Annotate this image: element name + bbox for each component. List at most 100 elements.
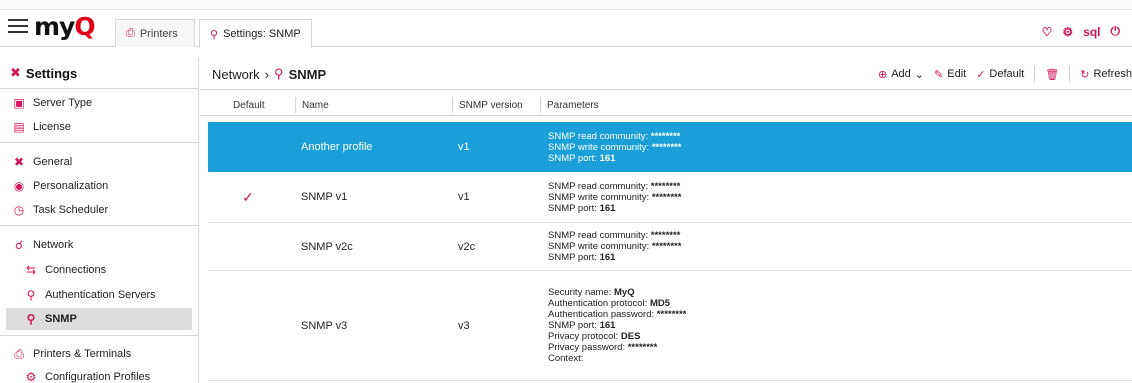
sidebar-item-configuration-profiles[interactable]: ⚙ Configuration Profiles — [6, 366, 192, 383]
delete-button[interactable]: 🗑 — [1045, 68, 1059, 81]
sidebar-item-network[interactable]: ☌ Network — [6, 234, 192, 256]
heart-icon[interactable]: ♡ — [1042, 25, 1053, 39]
tab-snmp-label: Settings: SNMP — [223, 28, 301, 40]
table-row[interactable]: SNMP v3 v3 Security name: MyQ Authentica… — [208, 271, 1132, 381]
default-check-icon: ✓ — [242, 188, 254, 205]
divider — [0, 225, 199, 226]
sidebar-item-label: License — [33, 121, 71, 133]
user-label[interactable]: sql — [1083, 25, 1100, 39]
toolbar-divider — [1034, 66, 1036, 82]
default-button[interactable]: ✓ Default — [976, 68, 1024, 81]
add-button[interactable]: ⊕ Add ⌄ — [878, 68, 924, 81]
param-line: SNMP read community: ******** — [548, 130, 681, 142]
param-line: SNMP write community: ******** — [548, 141, 682, 153]
column-header-name[interactable]: Name — [295, 97, 450, 113]
refresh-label: Refresh — [1093, 68, 1132, 80]
divider — [0, 142, 199, 143]
tools-icon: ✖ — [10, 65, 21, 80]
param-line: Authentication protocol: MD5 — [548, 298, 670, 309]
parameters-cell: SNMP read community: ******** SNMP write… — [548, 223, 1108, 270]
sidebar-item-printers-terminals[interactable]: ⎙ Printers & Terminals — [6, 343, 192, 365]
network-icon: ☌ — [14, 238, 24, 252]
default-cell — [208, 122, 288, 172]
sidebar-item-connections[interactable]: ⇆ Connections — [6, 259, 192, 281]
sidebar-item-label: Server Type — [33, 97, 93, 109]
sidebar-item-server-type[interactable]: ▣ Server Type — [6, 92, 192, 114]
top-right-controls: ♡ ⚙ sql ⏻ — [1042, 24, 1120, 39]
gear-icon: ⚙ — [25, 370, 37, 383]
sidebar-item-license[interactable]: ▤ License — [6, 116, 192, 138]
sidebar-item-label: Connections — [45, 264, 107, 276]
breadcrumb-network[interactable]: Network — [212, 67, 260, 82]
version-cell: v1 — [458, 191, 470, 203]
column-header-parameters[interactable]: Parameters — [540, 97, 740, 113]
sidebar-item-label: Personalization — [33, 180, 109, 192]
breadcrumb-current: SNMP — [288, 66, 327, 82]
top-bar: myQ ⎙ Printers ⚲ Settings: SNMP ♡ ⚙ sql … — [0, 0, 1132, 48]
version-cell: v3 — [458, 319, 470, 332]
sidebar-item-authentication-servers[interactable]: ⚲ Authentication Servers — [6, 284, 192, 306]
toolbar: ⊕ Add ⌄ ✎ Edit ✓ Default 🗑 ↻ Refresh — [878, 66, 1132, 82]
param-line: Privacy protocol: DES — [548, 331, 641, 342]
table-header: Default Name SNMP version Parameters — [200, 90, 1132, 116]
tab-printers[interactable]: ⎙ Printers — [115, 19, 195, 47]
pencil-icon: ✎ — [934, 68, 944, 81]
name-cell: Another profile — [301, 141, 373, 153]
table-row[interactable]: ✓ SNMP v1 v1 SNMP read community: ******… — [208, 172, 1132, 223]
table-row[interactable]: SNMP v2c v2c SNMP read community: ******… — [208, 223, 1132, 271]
content-header: Network › ⚲ SNMP ⊕ Add ⌄ ✎ Edit ✓ Defaul… — [200, 58, 1132, 90]
param-line: SNMP write community: ******** — [548, 191, 682, 203]
name-cell: SNMP v1 — [301, 191, 348, 203]
sidebar-item-label: Authentication Servers — [45, 289, 156, 301]
snmp-profiles-table: Default Name SNMP version Parameters Ano… — [200, 90, 1132, 383]
param-line: SNMP read community: ******** — [548, 180, 681, 192]
name-cell: SNMP v2c — [301, 240, 353, 253]
refresh-button[interactable]: ↻ Refresh — [1080, 68, 1132, 81]
snmp-icon: ⚲ — [274, 66, 284, 81]
snmp-icon: ⚲ — [26, 312, 36, 326]
snmp-icon: ⚲ — [210, 28, 219, 41]
add-circle-icon: ⊕ — [878, 68, 888, 81]
myq-logo[interactable]: myQ — [34, 12, 96, 41]
sidebar-item-label: Task Scheduler — [33, 204, 109, 216]
sidebar-item-general[interactable]: ✖ General — [6, 151, 192, 173]
column-header-snmp-version[interactable]: SNMP version — [452, 97, 538, 113]
printer-icon: ⎙ — [126, 27, 135, 39]
hamburger-menu-icon[interactable] — [8, 19, 28, 33]
sidebar-item-personalization[interactable]: ◉ Personalization — [6, 175, 192, 197]
default-label: Default — [989, 68, 1025, 80]
sidebar-item-label: Network — [33, 239, 74, 251]
param-line: Security name: MyQ — [548, 287, 635, 298]
connections-icon: ⇆ — [25, 263, 37, 277]
power-icon[interactable]: ⏻ — [1111, 24, 1121, 39]
param-line: Privacy password: ******** — [548, 342, 658, 353]
table-row[interactable]: Another profile v1 SNMP read community: … — [208, 122, 1132, 172]
param-line: SNMP port: 161 — [548, 320, 616, 331]
edit-label: Edit — [947, 68, 967, 80]
sidebar-item-snmp[interactable]: ⚲ SNMP — [6, 308, 192, 330]
version-cell: v2c — [458, 240, 476, 253]
palette-icon: ◉ — [13, 179, 25, 193]
default-cell — [208, 223, 288, 270]
param-line: Context: — [548, 353, 584, 364]
parameters-cell: Security name: MyQ Authentication protoc… — [548, 271, 1108, 380]
name-cell: SNMP v3 — [301, 319, 348, 332]
param-line: SNMP port: 161 — [548, 202, 616, 214]
sidebar-item-task-scheduler[interactable]: ◷ Task Scheduler — [6, 199, 192, 221]
sidebar-title-label: Settings — [25, 65, 78, 81]
default-cell — [208, 271, 288, 380]
auth-server-icon: ⚲ — [26, 288, 36, 302]
settings-sidebar: ✖ Settings ▣ Server Type ▤ License ✖ Gen… — [0, 58, 199, 383]
param-line: SNMP read community: ******** — [548, 230, 681, 241]
column-header-default[interactable]: Default — [227, 97, 293, 113]
tab-printers-label: Printers — [139, 27, 178, 40]
edit-button[interactable]: ✎ Edit — [934, 68, 966, 81]
bug-icon[interactable]: ⚙ — [1062, 25, 1073, 39]
parameters-cell: SNMP read community: ******** SNMP write… — [548, 122, 1108, 172]
tab-settings-snmp[interactable]: ⚲ Settings: SNMP — [199, 19, 312, 48]
sidebar-item-label: Printers & Terminals — [33, 348, 132, 360]
sidebar-item-label: Configuration Profiles — [45, 371, 151, 383]
param-line: SNMP port: 161 — [548, 252, 616, 263]
divider — [0, 335, 199, 336]
sidebar-title: ✖ Settings — [10, 65, 77, 81]
